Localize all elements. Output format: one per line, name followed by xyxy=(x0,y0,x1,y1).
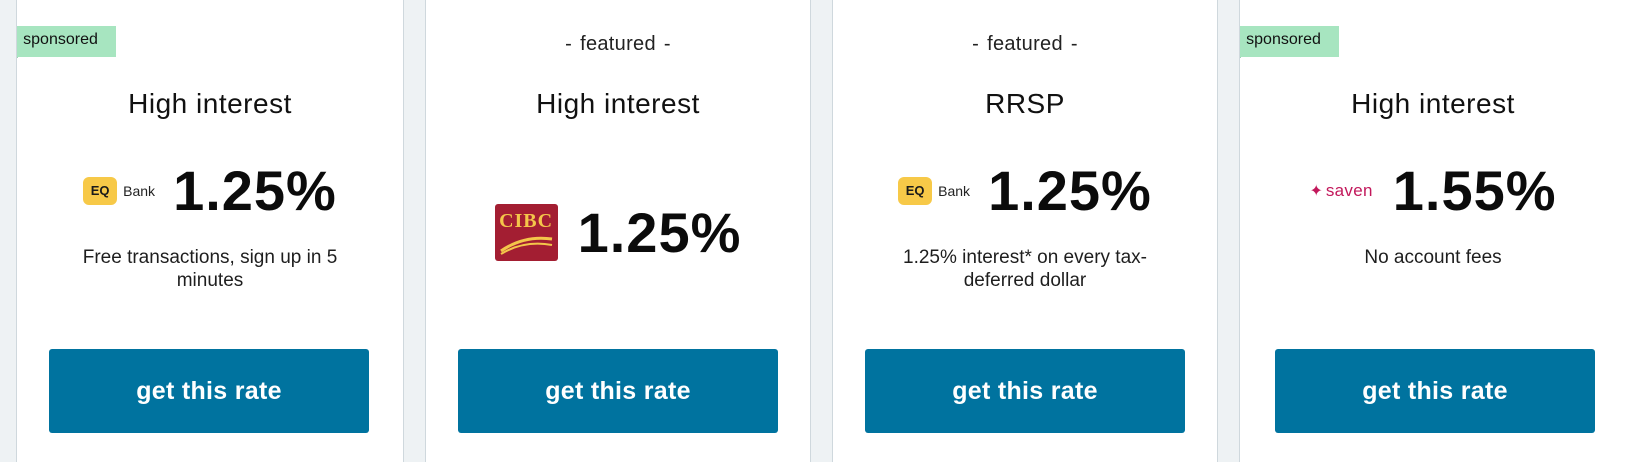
get-this-rate-button[interactable]: get this rate xyxy=(1275,349,1595,433)
featured-text: featured xyxy=(987,33,1063,55)
interest-rate: 1.25% xyxy=(988,159,1152,222)
eq-logo-mark: EQ xyxy=(83,176,118,205)
featured-dash: - xyxy=(1070,33,1078,55)
saven-logo-text: saven xyxy=(1325,180,1373,200)
card-description: No account fees xyxy=(1364,247,1502,268)
cibc-logo: CIBC xyxy=(494,204,558,261)
account-type-title: High interest xyxy=(536,88,700,119)
rate-card: sponsored High interest EQ Bank 1.25% Fr… xyxy=(16,0,404,462)
get-this-rate-button[interactable]: get this rate xyxy=(458,349,778,433)
sponsored-badge: sponsored xyxy=(17,26,116,57)
account-type-title: RRSP xyxy=(985,88,1065,119)
rate-card: - featured - RRSP EQ Bank 1.25% 1.25% inte… xyxy=(832,0,1218,462)
eq-logo-mark: EQ xyxy=(898,176,933,205)
featured-label: - featured - xyxy=(426,33,810,56)
sponsored-badge: sponsored xyxy=(1240,26,1339,57)
cibc-swoosh-icon xyxy=(499,236,552,255)
rate-row: EQ Bank 1.25% xyxy=(833,158,1217,223)
rate-row: ✦ saven 1.55% xyxy=(1240,158,1626,223)
featured-dash: - xyxy=(972,33,980,55)
card-description: Free transactions, sign up in 5 minutes xyxy=(82,247,338,291)
eq-logo-text: Bank xyxy=(123,182,156,199)
featured-dash: - xyxy=(663,33,671,55)
interest-rate: 1.25% xyxy=(173,159,337,222)
eq-logo-text: Bank xyxy=(938,182,971,199)
get-this-rate-button[interactable]: get this rate xyxy=(865,349,1185,433)
interest-rate: 1.55% xyxy=(1392,159,1557,222)
rate-cards-strip: sponsored High interest EQ Bank 1.25% Fr… xyxy=(0,0,1626,462)
badge-fold xyxy=(1240,57,1241,73)
rate-row: EQ Bank 1.25% xyxy=(17,158,403,223)
eq-bank-logo: EQ Bank xyxy=(83,176,156,205)
saven-mark-icon: ✦ xyxy=(1309,182,1323,200)
account-type-title: High interest xyxy=(1351,88,1515,119)
featured-text: featured xyxy=(580,33,656,55)
rate-card: sponsored High interest ✦ saven 1.55% No… xyxy=(1239,0,1626,462)
featured-label: - featured - xyxy=(833,33,1217,56)
card-description: 1.25% interest* on every tax-deferred do… xyxy=(903,247,1147,291)
rate-card: - featured - High interest CIBC 1.25% get … xyxy=(425,0,811,462)
featured-dash: - xyxy=(565,33,573,55)
eq-bank-logo: EQ Bank xyxy=(898,176,971,205)
badge-fold xyxy=(17,57,18,73)
interest-rate: 1.25% xyxy=(577,201,742,264)
cibc-logo-text: CIBC xyxy=(499,210,554,232)
account-type-title: High interest xyxy=(128,88,292,119)
saven-logo: ✦ saven xyxy=(1309,181,1372,201)
rate-row: CIBC 1.25% xyxy=(426,200,810,265)
get-this-rate-button[interactable]: get this rate xyxy=(49,349,369,433)
